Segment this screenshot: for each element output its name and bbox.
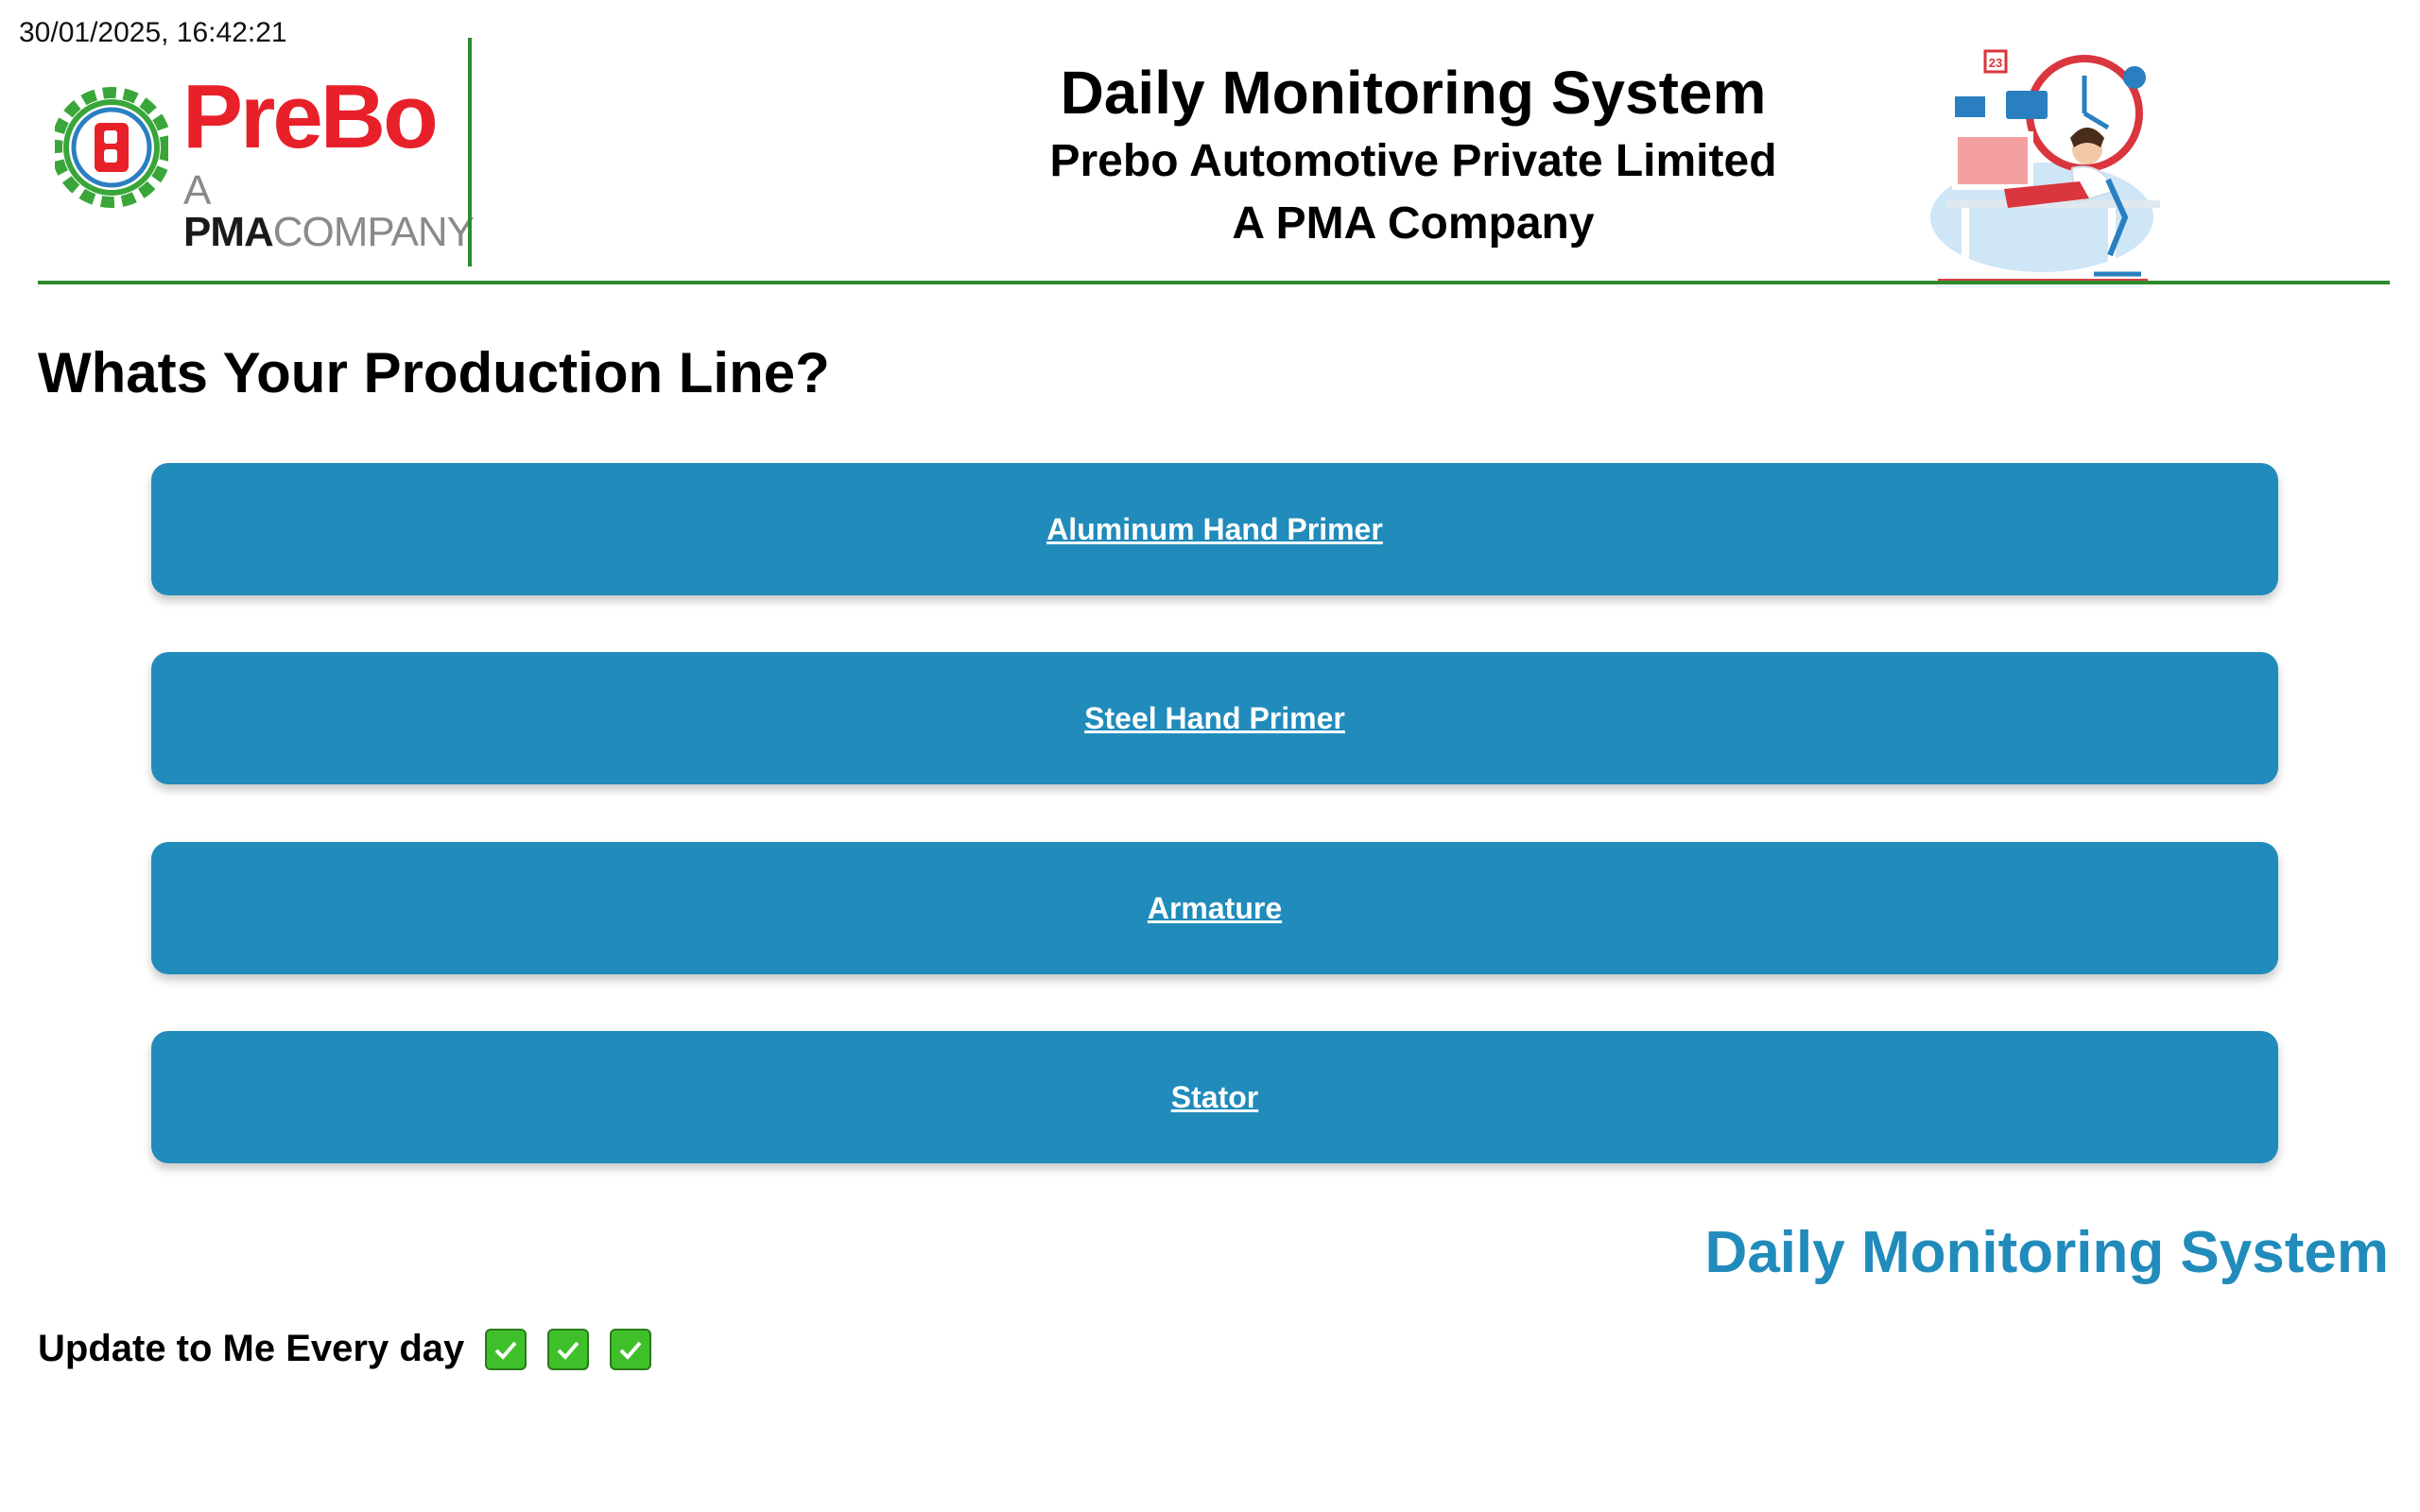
check-mark-icon [547, 1328, 590, 1370]
prebo-logo: PreBo A PMACOMPANY [55, 49, 475, 253]
logo-tagline: A PMACOMPANY [183, 167, 475, 255]
header-horizontal-divider [38, 281, 2390, 284]
line-link-steel-hand-primer[interactable]: Steel Hand Primer [1084, 701, 1345, 736]
footer-brand-title: Daily Monitoring System [1704, 1220, 2389, 1285]
check-mark-icon [485, 1328, 527, 1370]
line-button-aluminum-hand-primer[interactable]: Aluminum Hand Primer [151, 463, 2278, 595]
header-vertical-divider [468, 38, 472, 266]
page-title: Daily Monitoring System [1060, 59, 1767, 127]
line-link-aluminum-hand-primer[interactable]: Aluminum Hand Primer [1046, 512, 1383, 547]
line-link-stator[interactable]: Stator [1171, 1080, 1258, 1115]
person-working-clock-illustration-icon: 23 [1930, 49, 2160, 283]
update-notice-text: Update to Me Every day [38, 1328, 465, 1369]
header-titles: Daily Monitoring System Prebo Automotive… [945, 55, 1881, 255]
logo-tag-a: A [183, 167, 209, 214]
update-notice: Update to Me Every day [38, 1328, 652, 1370]
check-mark-icon [610, 1328, 652, 1370]
logo-tag-company: COMPANY [272, 209, 475, 255]
company-subtitle: A PMA Company [1232, 198, 1595, 249]
prebo-gear-logo-icon [55, 87, 168, 208]
logo-brand-text: PreBo [182, 66, 439, 167]
company-name: Prebo Automotive Private Limited [1049, 136, 1777, 186]
line-button-armature[interactable]: Armature [151, 842, 2278, 974]
logo-tag-pma: PMA [183, 209, 274, 255]
line-button-stator[interactable]: Stator [151, 1031, 2278, 1163]
line-button-steel-hand-primer[interactable]: Steel Hand Primer [151, 652, 2278, 784]
timestamp: 30/01/2025, 16:42:21 [19, 17, 287, 48]
illustration-calendar-number: 23 [1989, 56, 2002, 70]
line-link-armature[interactable]: Armature [1148, 891, 1282, 926]
production-line-question: Whats Your Production Line? [38, 341, 830, 404]
